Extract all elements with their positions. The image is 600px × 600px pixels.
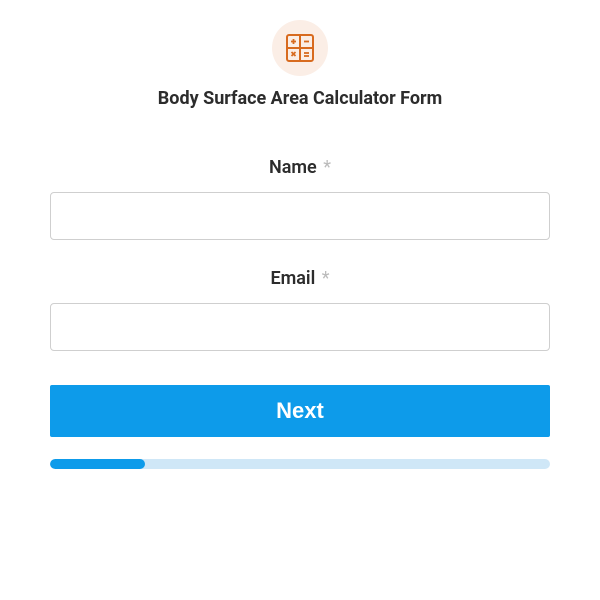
form-icon-container xyxy=(272,20,328,76)
progress-fill xyxy=(50,459,145,469)
name-input[interactable] xyxy=(50,192,550,240)
email-required-marker: * xyxy=(322,268,330,289)
progress-bar xyxy=(50,459,550,469)
name-label-text: Name xyxy=(269,157,317,178)
email-input[interactable] xyxy=(50,303,550,351)
email-label-text: Email xyxy=(270,268,315,289)
form-title: Body Surface Area Calculator Form xyxy=(50,88,550,109)
calculator-icon xyxy=(285,33,315,63)
next-button[interactable]: Next xyxy=(50,385,550,437)
name-required-marker: * xyxy=(323,157,331,178)
email-label: Email * xyxy=(50,268,550,289)
name-label: Name * xyxy=(50,157,550,178)
